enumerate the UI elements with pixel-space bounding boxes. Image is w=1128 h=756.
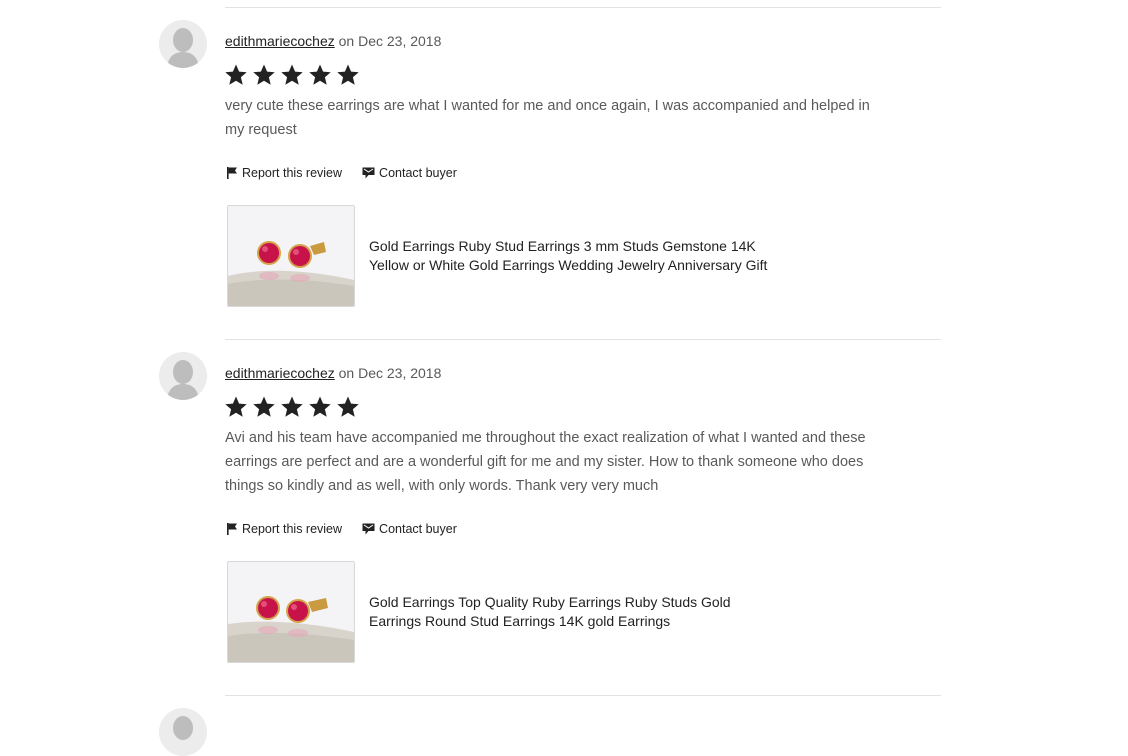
star-icon	[253, 396, 275, 417]
contact-buyer-button[interactable]: Contact buyer	[362, 166, 457, 180]
message-icon	[362, 167, 375, 179]
listing-thumbnail[interactable]	[227, 561, 355, 663]
star-rating	[224, 63, 360, 87]
review-meta: edithmariecochez on Dec 23, 2018	[225, 33, 441, 49]
review-actions: Report this review Contact buyer	[227, 166, 457, 180]
listing-link[interactable]: Gold Earrings Ruby Stud Earrings 3 mm St…	[227, 205, 769, 307]
report-review-button[interactable]: Report this review	[227, 166, 342, 180]
user-silhouette-icon	[159, 352, 207, 400]
star-icon	[281, 64, 303, 85]
user-silhouette-icon	[159, 708, 207, 756]
avatar[interactable]	[159, 352, 207, 400]
listing-title[interactable]: Gold Earrings Top Quality Ruby Earrings …	[369, 593, 769, 631]
contact-buyer-label: Contact buyer	[379, 522, 457, 536]
star-icon	[225, 396, 247, 417]
ruby-earrings-image	[228, 206, 354, 306]
message-icon	[362, 523, 375, 535]
star-icon	[225, 64, 247, 85]
avatar[interactable]	[159, 708, 207, 756]
review-divider	[225, 7, 941, 8]
star-rating	[224, 395, 360, 419]
star-icon	[337, 396, 359, 417]
listing-thumbnail[interactable]	[227, 205, 355, 307]
listing-title[interactable]: Gold Earrings Ruby Stud Earrings 3 mm St…	[369, 237, 769, 275]
report-review-label: Report this review	[242, 522, 343, 536]
listing-link[interactable]: Gold Earrings Top Quality Ruby Earrings …	[227, 561, 769, 663]
contact-buyer-label: Contact buyer	[379, 166, 457, 180]
review-meta: edithmariecochez on Dec 23, 2018	[225, 365, 441, 381]
ruby-earrings-image	[228, 562, 354, 662]
report-review-button[interactable]: Report this review	[227, 522, 342, 536]
star-icon	[309, 64, 331, 85]
review-text: very cute these earrings are what I want…	[225, 98, 870, 138]
review-date: on Dec 23, 2018	[338, 33, 442, 49]
avatar[interactable]	[159, 20, 207, 68]
user-silhouette-icon	[159, 20, 207, 68]
report-review-label: Report this review	[242, 166, 343, 180]
star-icon	[337, 64, 359, 85]
star-icon	[281, 396, 303, 417]
review-divider	[225, 339, 941, 340]
review-divider	[225, 695, 941, 696]
review-text: Avi and his team have accompanied me thr…	[225, 430, 866, 494]
review-actions: Report this review Contact buyer	[227, 522, 457, 536]
reviewer-username-link[interactable]: edithmariecochez	[225, 33, 335, 49]
reviewer-username-link[interactable]: edithmariecochez	[225, 365, 335, 381]
flag-icon	[227, 167, 237, 179]
flag-icon	[227, 523, 237, 535]
contact-buyer-button[interactable]: Contact buyer	[362, 522, 457, 536]
star-icon	[253, 64, 275, 85]
star-icon	[309, 396, 331, 417]
review-date: on Dec 23, 2018	[338, 365, 442, 381]
